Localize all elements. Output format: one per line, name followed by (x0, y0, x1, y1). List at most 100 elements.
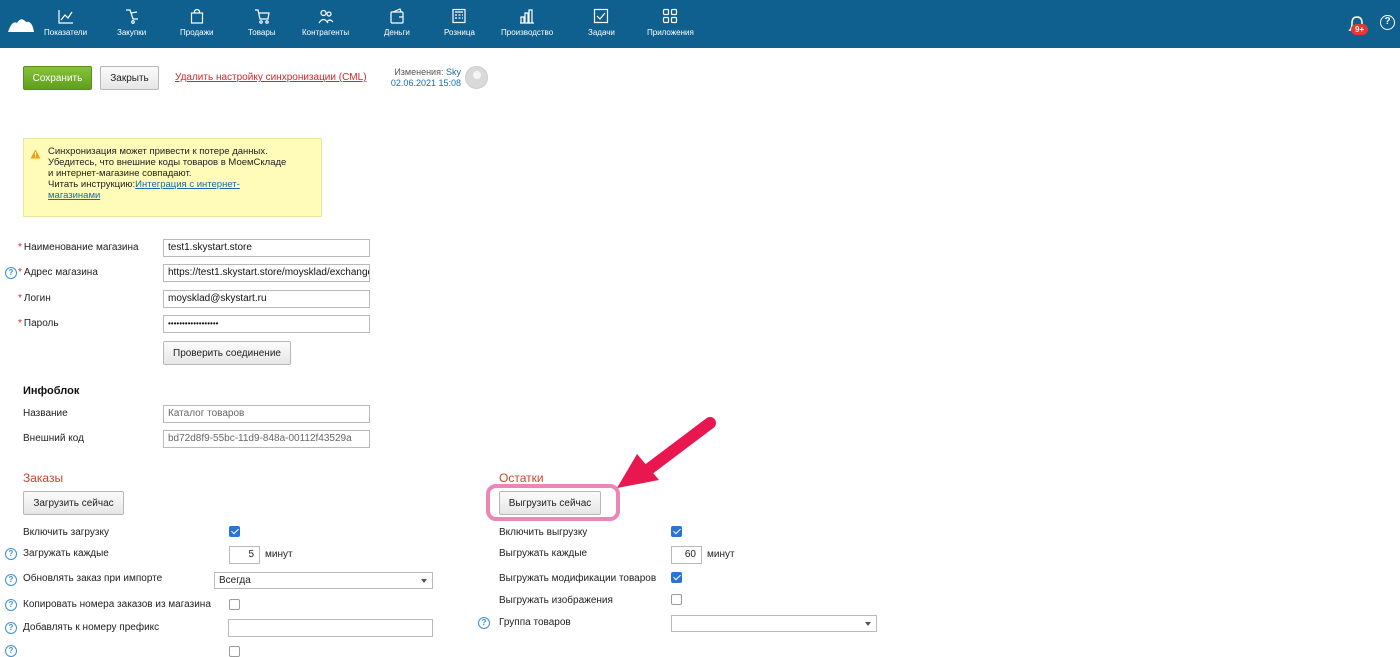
nav-item-label: Показатели (44, 28, 88, 37)
warning-line: Читать инструкцию: (48, 179, 136, 190)
update-on-import-label: Обновлять заказ при импорте (23, 573, 163, 584)
changes-label: Изменения: (394, 67, 444, 77)
help-icon[interactable]: ? (5, 548, 17, 560)
changes-info: Изменения: Sky 02.06.2021 15:08 (386, 67, 461, 89)
register-icon (452, 8, 467, 24)
checkbox-icon (594, 8, 609, 24)
update-on-import-select[interactable]: Всегда (214, 572, 433, 589)
store-address-label: * Адрес магазина (18, 267, 98, 278)
store-name-input[interactable]: test1.skystart.store (163, 239, 370, 257)
nav-item-label: Продажи (180, 28, 214, 37)
sync-warning-box: Синхронизация может привести к потере да… (23, 138, 322, 217)
nav-item-tasks[interactable]: Задачи (588, 8, 615, 37)
nav-item-label: Товары (248, 28, 276, 37)
warning-icon (30, 149, 41, 159)
nav-item-label: Закупки (117, 28, 147, 37)
infoblock-name-label: Название (23, 408, 68, 419)
prefix-input[interactable] (228, 619, 433, 637)
nav-item-label: Задачи (588, 28, 615, 37)
avatar[interactable] (465, 66, 488, 89)
copy-order-numbers-checkbox[interactable] (229, 599, 240, 610)
nav-item-label: Контрагенты (302, 28, 350, 37)
changes-user-link[interactable]: Sky (446, 67, 461, 77)
external-code-label: Внешний код (23, 433, 84, 444)
wallet-icon (390, 8, 404, 24)
minutes-label: минут (265, 549, 293, 560)
external-code-input[interactable]: bd72d8f9-55bc-11d9-848a-00112f43529a (163, 430, 370, 448)
nav-item-label: Деньги (384, 28, 410, 37)
factory-icon (520, 9, 535, 24)
warning-text: Синхронизация может привести к потере да… (48, 146, 318, 201)
help-icon[interactable]: ? (5, 267, 17, 279)
password-label: * Пароль (18, 318, 59, 329)
nav-item-money[interactable]: Деньги (384, 8, 410, 37)
chart-icon (57, 10, 73, 24)
close-button[interactable]: Закрыть (100, 66, 159, 90)
export-every-label: Выгружать каждые (499, 548, 588, 559)
product-group-select[interactable] (671, 615, 877, 632)
people-icon (318, 9, 334, 24)
purchases-icon (125, 9, 138, 24)
export-modifications-label: Выгружать модификации товаров (499, 573, 657, 584)
export-modifications-checkbox[interactable] (671, 572, 682, 583)
nav-item-sales[interactable]: Продажи (180, 8, 213, 37)
orders-extra-checkbox[interactable] (229, 646, 240, 657)
top-navigation-bar: Показатели Закупки Продажи Товары Контра… (0, 0, 1400, 48)
warning-line: и интернет-магазине совпадают. (48, 168, 192, 179)
notifications-badge[interactable]: 9+ (1351, 24, 1369, 35)
stock-heading: Остатки (499, 471, 544, 485)
orders-heading: Заказы (23, 471, 64, 485)
help-icon[interactable]: ? (1380, 15, 1395, 30)
nav-item-apps[interactable]: Приложения (647, 8, 694, 37)
export-every-input[interactable]: 60 (671, 546, 702, 564)
export-images-label: Выгружать изображения (499, 595, 613, 606)
changes-date: 02.06.2021 15:08 (390, 78, 461, 88)
enable-export-checkbox[interactable] (671, 526, 682, 537)
instructions-link[interactable]: Интеграция с интернет- (135, 179, 240, 190)
password-input[interactable]: •••••••••••••••••• (163, 315, 370, 333)
nav-item-label: Производство (501, 28, 554, 37)
nav-item-counterparties[interactable]: Контрагенты (302, 8, 349, 37)
nav-item-retail[interactable]: Розница (444, 8, 475, 37)
store-name-label: * Наименование магазина (18, 242, 139, 253)
load-now-button[interactable]: Загрузить сейчас (23, 491, 124, 515)
infoblock-heading: Инфоблок (23, 385, 80, 397)
help-icon[interactable]: ? (478, 617, 490, 629)
warning-line: Убедитесь, что внешние коды товаров в Мо… (48, 157, 287, 168)
help-icon[interactable]: ? (5, 599, 17, 611)
cart-icon (254, 9, 270, 24)
infoblock-name-input[interactable]: Каталог товаров (163, 405, 370, 423)
help-icon[interactable]: ? (5, 622, 17, 634)
chevron-down-icon (865, 622, 871, 626)
store-address-input[interactable]: https://test1.skystart.store/moysklad/ex… (163, 264, 370, 282)
load-every-input[interactable]: 5 (229, 546, 260, 564)
load-every-label: Загружать каждые (23, 548, 109, 559)
nav-item-indicators[interactable]: Показатели (44, 8, 87, 37)
enable-load-checkbox[interactable] (229, 526, 240, 537)
instructions-link-cont[interactable]: магазинами (48, 190, 100, 201)
delete-sync-link[interactable]: Удалить настройку синхронизации (CML) (175, 72, 367, 83)
help-icon[interactable]: ? (5, 645, 17, 657)
select-value: Всегда (219, 575, 251, 586)
nav-item-products[interactable]: Товары (248, 8, 276, 37)
help-icon[interactable]: ? (5, 574, 17, 586)
export-images-checkbox[interactable] (671, 594, 682, 605)
save-button[interactable]: Сохранить (23, 66, 92, 90)
enable-export-label: Включить выгрузку (499, 527, 588, 538)
login-label: * Логин (18, 293, 51, 304)
login-input[interactable]: moysklad@skystart.ru (163, 290, 370, 308)
logo-icon[interactable] (6, 14, 36, 34)
nav-item-label: Розница (444, 28, 475, 37)
warning-line: Синхронизация может привести к потере да… (48, 146, 268, 157)
nav-item-label: Приложения (647, 28, 694, 37)
check-connection-button[interactable]: Проверить соединение (163, 341, 291, 365)
bag-icon (190, 8, 203, 24)
apps-icon (663, 8, 678, 24)
prefix-label: Добавлять к номеру префикс (23, 622, 160, 633)
chevron-down-icon (421, 579, 427, 583)
nav-item-purchases[interactable]: Закупки (117, 8, 146, 37)
nav-item-production[interactable]: Производство (501, 8, 553, 37)
minutes-label: минут (707, 549, 735, 560)
copy-order-numbers-label: Копировать номера заказов из магазина (23, 599, 211, 610)
annotation-arrow-icon (617, 417, 716, 488)
